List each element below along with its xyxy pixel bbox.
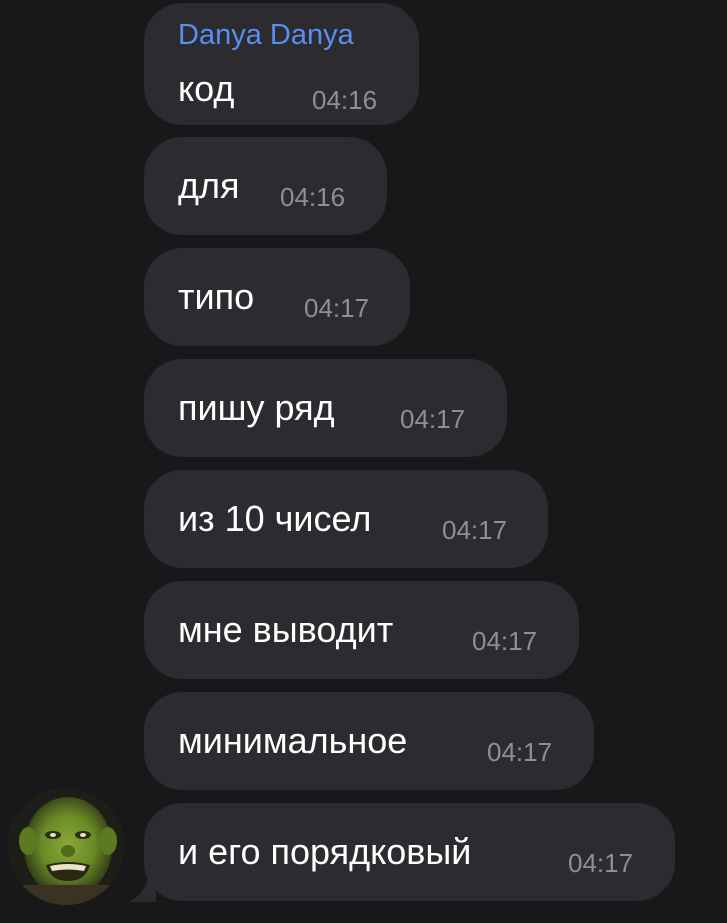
message-bubble[interactable]: минимальное 04:17: [144, 692, 594, 790]
message-bubble[interactable]: типо 04:17: [144, 248, 410, 346]
message-text: мне выводит: [178, 609, 394, 650]
message-time: 04:17: [568, 848, 634, 878]
message-bubble[interactable]: для 04:16: [144, 137, 387, 235]
message-time: 04:17: [400, 404, 466, 434]
message-time: 04:17: [472, 626, 538, 656]
message-time: 04:17: [487, 737, 553, 767]
avatar[interactable]: [8, 789, 124, 905]
message-text: из 10 чисел: [178, 498, 372, 539]
message-text: для: [178, 165, 240, 206]
message-bubble[interactable]: пишу ряд 04:17: [144, 359, 507, 457]
message-text: минимальное: [178, 720, 408, 761]
message-bubble[interactable]: из 10 чисел 04:17: [144, 470, 548, 568]
message-text: пишу ряд: [178, 387, 335, 428]
bubble-tail-icon: [128, 868, 156, 902]
message-text: код: [178, 68, 235, 109]
avatar-image: [8, 789, 124, 905]
message-text: типо: [178, 276, 255, 317]
message-time: 04:16: [280, 182, 346, 212]
message-bubble[interactable]: и его порядковый 04:17: [144, 803, 675, 901]
message-time: 04:16: [312, 85, 378, 115]
message-time: 04:17: [304, 293, 370, 323]
sender-name[interactable]: Danya Danya: [178, 17, 354, 53]
message-bubble[interactable]: Danya Danya код 04:16: [144, 3, 419, 125]
message-text: и его порядковый: [178, 831, 472, 872]
message-time: 04:17: [442, 515, 508, 545]
message-bubble[interactable]: мне выводит 04:17: [144, 581, 579, 679]
